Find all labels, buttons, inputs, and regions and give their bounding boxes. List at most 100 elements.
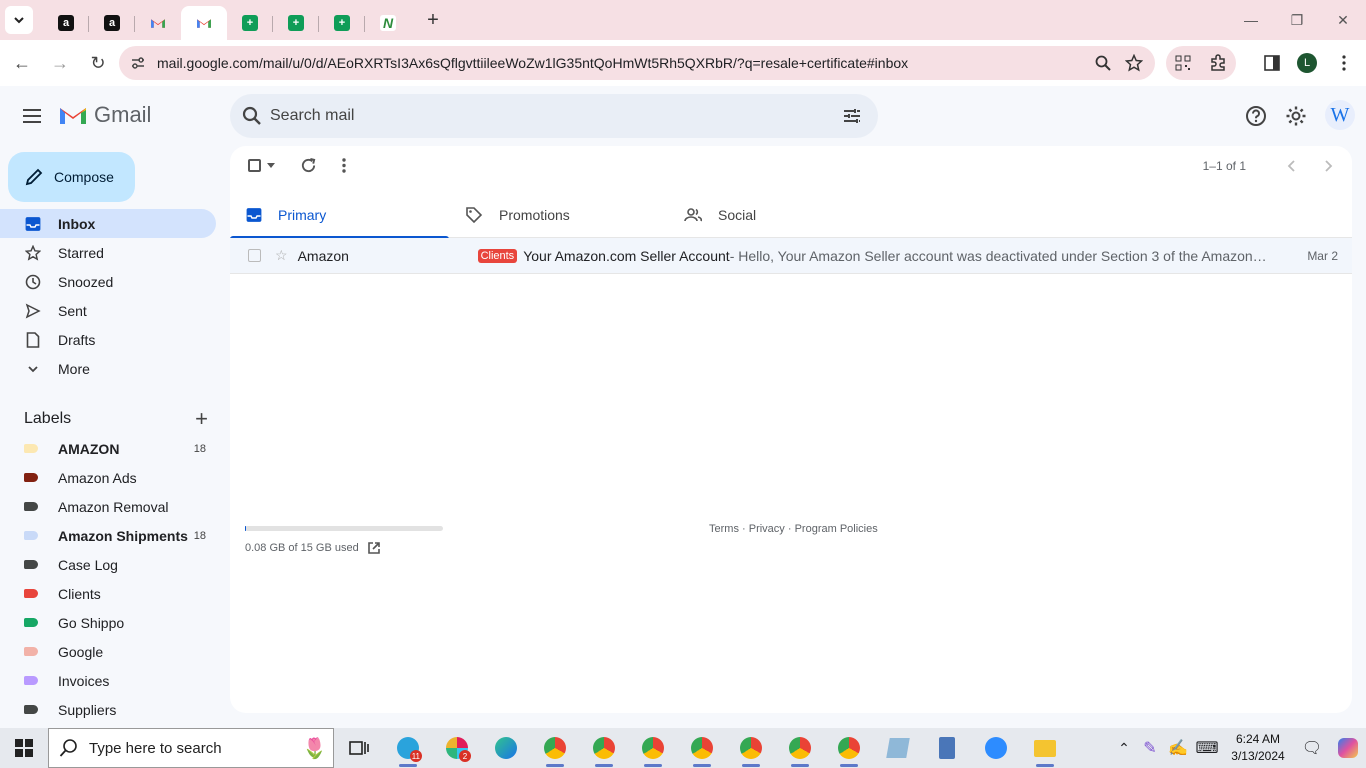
address-bar[interactable]: mail.google.com/mail/u/0/d/AEoRXRTsI3Ax6…: [119, 46, 1155, 80]
sidebar-item-drafts[interactable]: Drafts: [0, 325, 216, 354]
file-explorer-app[interactable]: [1020, 728, 1069, 768]
forward-button[interactable]: →: [44, 47, 76, 79]
sidebar-item-more[interactable]: More: [0, 354, 216, 383]
more-options-icon[interactable]: [340, 157, 348, 174]
start-button[interactable]: [0, 728, 48, 768]
notepad-icon: [885, 738, 910, 758]
browser-tab[interactable]: +: [319, 6, 365, 40]
create-label-button[interactable]: +: [195, 406, 208, 432]
star-icon[interactable]: ☆: [275, 247, 288, 264]
label-item[interactable]: Amazon Removal: [0, 492, 216, 521]
pen-tray-icon[interactable]: ✎: [1136, 738, 1164, 758]
gmail-m-icon: [60, 108, 86, 124]
label-item[interactable]: Google: [0, 637, 216, 666]
label-item[interactable]: Clients: [0, 579, 216, 608]
browser-tab[interactable]: [135, 6, 181, 40]
open-external-icon[interactable]: [367, 541, 381, 555]
sidebar-item-starred[interactable]: Starred: [0, 238, 216, 267]
chrome-app-4[interactable]: [677, 728, 726, 768]
chevron-down-icon: [24, 363, 42, 375]
chrome-app-6[interactable]: [775, 728, 824, 768]
show-hidden-icons-icon[interactable]: ⌃: [1112, 740, 1136, 757]
minimize-button[interactable]: —: [1228, 0, 1274, 40]
telegram-app[interactable]: 11: [383, 728, 432, 768]
notepad-app[interactable]: [873, 728, 922, 768]
browser-tab[interactable]: +: [273, 6, 319, 40]
label-item[interactable]: Go Shippo: [0, 608, 216, 637]
compose-button[interactable]: Compose: [8, 152, 135, 202]
label-item[interactable]: AMAZON 18: [0, 434, 216, 463]
browser-tab[interactable]: N: [365, 6, 411, 40]
sidebar-item-snoozed[interactable]: Snoozed: [0, 267, 216, 296]
support-button[interactable]: [1244, 104, 1268, 128]
refresh-icon[interactable]: [300, 157, 317, 174]
gmail-logo[interactable]: Gmail: [58, 102, 151, 128]
label-item[interactable]: Suppliers: [0, 695, 216, 724]
settings-button[interactable]: [1284, 104, 1308, 128]
chrome-app-1[interactable]: [530, 728, 579, 768]
label-item[interactable]: Case Log: [0, 550, 216, 579]
taskbar-search[interactable]: Type here to search 🌷: [48, 728, 334, 768]
label-item[interactable]: Amazon Ads: [0, 463, 216, 492]
tab-promotions[interactable]: Promotions: [449, 192, 668, 238]
row-checkbox[interactable]: [248, 249, 261, 262]
search-options-icon[interactable]: [842, 106, 862, 126]
search-input[interactable]: [270, 107, 842, 125]
account-avatar[interactable]: W: [1325, 100, 1355, 130]
older-page-icon[interactable]: [1322, 160, 1334, 172]
select-all-checkbox[interactable]: [248, 159, 261, 172]
search-icon[interactable]: [242, 106, 262, 126]
task-view-button[interactable]: [334, 728, 383, 768]
search-bar[interactable]: [230, 94, 878, 138]
chrome-app-2[interactable]: [579, 728, 628, 768]
browser-tab[interactable]: a: [89, 6, 135, 40]
calculator-app[interactable]: [922, 728, 971, 768]
select-dropdown-icon[interactable]: [267, 163, 275, 169]
program-policies-link[interactable]: Program Policies: [795, 523, 878, 535]
privacy-link[interactable]: Privacy: [749, 523, 785, 535]
restore-button[interactable]: ❐: [1274, 0, 1320, 40]
qr-code-icon[interactable]: [1175, 55, 1191, 71]
terms-link[interactable]: Terms: [709, 523, 739, 535]
chrome-app-3[interactable]: [628, 728, 677, 768]
site-info-icon[interactable]: [123, 55, 153, 71]
browser-profile-avatar[interactable]: L: [1297, 53, 1317, 73]
close-window-button[interactable]: ✕: [1320, 0, 1366, 40]
extensions-puzzle-icon[interactable]: [1209, 54, 1227, 72]
side-panel-icon[interactable]: [1263, 54, 1281, 72]
zoom-icon[interactable]: [1095, 55, 1111, 71]
taskbar-clock[interactable]: 6:24 AM 3/13/2024: [1222, 731, 1294, 765]
browser-tab[interactable]: a: [43, 6, 89, 40]
tab-social[interactable]: Social: [668, 192, 887, 238]
chrome-app-7[interactable]: [824, 728, 873, 768]
zoom-app[interactable]: [971, 728, 1020, 768]
browser-menu-icon[interactable]: [1335, 54, 1353, 72]
sidebar-item-sent[interactable]: Sent: [0, 296, 216, 325]
label-item[interactable]: Amazon Shipments 18: [0, 521, 216, 550]
chrome-app-5[interactable]: [726, 728, 775, 768]
new-tab-button[interactable]: +: [419, 6, 447, 34]
email-snippet: - Hello, Your Amazon Seller account was …: [729, 247, 1270, 264]
copilot-button[interactable]: [1330, 738, 1366, 758]
email-row[interactable]: ☆ Amazon Clients Your Amazon.com Seller Acc…: [230, 238, 1352, 274]
chrome-icon: [690, 737, 713, 759]
back-button[interactable]: ←: [6, 47, 38, 79]
slack-app[interactable]: 2: [432, 728, 481, 768]
app-running-indicator: [644, 764, 662, 767]
label-item[interactable]: Invoices: [0, 666, 216, 695]
url-text[interactable]: mail.google.com/mail/u/0/d/AEoRXRTsI3Ax6…: [157, 55, 1095, 71]
edge-app[interactable]: [481, 728, 530, 768]
email-label-badge[interactable]: Clients: [477, 248, 518, 263]
bookmark-star-icon[interactable]: [1125, 54, 1143, 72]
reload-button[interactable]: ↻: [82, 47, 114, 79]
ink-workspace-icon[interactable]: ✍: [1164, 738, 1192, 758]
tab-primary[interactable]: Primary: [230, 192, 449, 239]
newer-page-icon[interactable]: [1286, 160, 1298, 172]
keyboard-icon[interactable]: ⌨: [1192, 738, 1222, 758]
browser-tab[interactable]: [181, 6, 227, 40]
sidebar-item-inbox[interactable]: Inbox: [0, 209, 216, 238]
main-menu-icon[interactable]: [20, 104, 44, 128]
notifications-icon[interactable]: 🗨: [1294, 738, 1330, 758]
browser-tab[interactable]: +: [227, 6, 273, 40]
tab-search-button[interactable]: [5, 6, 33, 34]
